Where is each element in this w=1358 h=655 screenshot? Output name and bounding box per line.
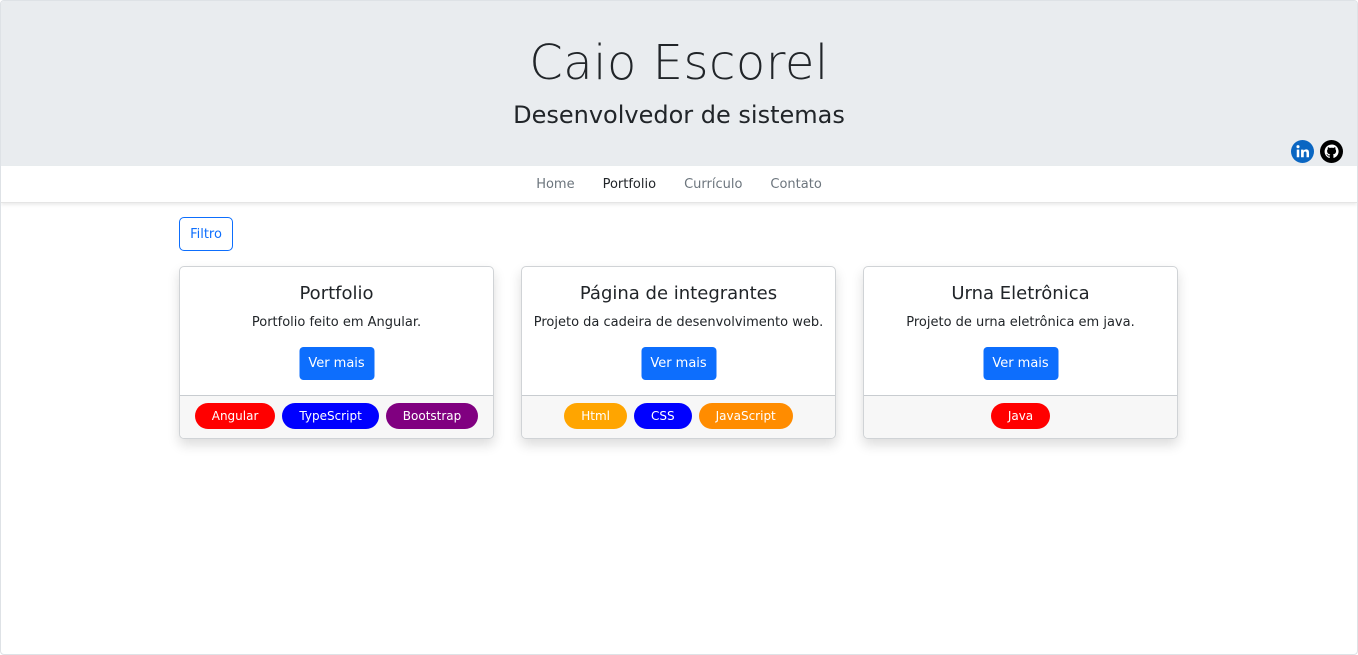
- nav-portfolio[interactable]: Portfolio: [589, 177, 670, 192]
- github-icon[interactable]: [1320, 140, 1343, 163]
- tag-badge: CSS: [633, 403, 692, 429]
- card-tags: Html CSS JavaScript: [522, 396, 835, 438]
- tag-badge: JavaScript: [698, 403, 793, 429]
- card-body: Página de integrantes Projeto da cadeira…: [522, 267, 835, 396]
- card-description: Projeto da cadeira de desenvolvimento we…: [533, 315, 824, 330]
- social-links: [1291, 140, 1343, 163]
- main-navbar: Home Portfolio Currículo Contato: [1, 166, 1357, 203]
- project-card-integrantes: Página de integrantes Projeto da cadeira…: [521, 266, 836, 439]
- hero-header: Caio Escorel Desenvolvedor de sistemas: [1, 1, 1357, 166]
- project-card-portfolio: Portfolio Portfolio feito em Angular. Ve…: [179, 266, 494, 439]
- card-tags: Java: [864, 396, 1177, 438]
- card-body: Urna Eletrônica Projeto de urna eletrôni…: [864, 267, 1177, 396]
- tag-badge: Html: [564, 403, 627, 429]
- page-frame: Caio Escorel Desenvolvedor de sistemas H…: [0, 0, 1358, 655]
- ver-mais-button[interactable]: Ver mais: [641, 347, 716, 380]
- ver-mais-button[interactable]: Ver mais: [983, 347, 1058, 380]
- filter-button[interactable]: Filtro: [179, 217, 233, 251]
- card-title: Urna Eletrônica: [951, 283, 1090, 304]
- project-card-urna: Urna Eletrônica Projeto de urna eletrôni…: [863, 266, 1178, 439]
- nav-curriculo[interactable]: Currículo: [670, 177, 756, 192]
- tag-badge: Java: [990, 403, 1051, 429]
- page-subtitle: Desenvolvedor de sistemas: [513, 101, 845, 129]
- card-title: Página de integrantes: [579, 283, 778, 304]
- card-body: Portfolio Portfolio feito em Angular. Ve…: [180, 267, 493, 396]
- nav-contato[interactable]: Contato: [756, 177, 835, 192]
- tag-badge: TypeScript: [282, 403, 379, 429]
- card-title: Portfolio: [299, 283, 374, 304]
- page-title: Caio Escorel: [529, 35, 829, 91]
- nav-home[interactable]: Home: [522, 177, 588, 192]
- tag-badge: Bootstrap: [385, 403, 479, 429]
- linkedin-icon[interactable]: [1291, 140, 1314, 163]
- card-description: Portfolio feito em Angular.: [251, 315, 422, 330]
- card-description: Projeto de urna eletrônica em java.: [906, 315, 1135, 330]
- tag-badge: Angular: [194, 403, 276, 429]
- card-tags: Angular TypeScript Bootstrap: [180, 396, 493, 438]
- ver-mais-button[interactable]: Ver mais: [299, 347, 374, 380]
